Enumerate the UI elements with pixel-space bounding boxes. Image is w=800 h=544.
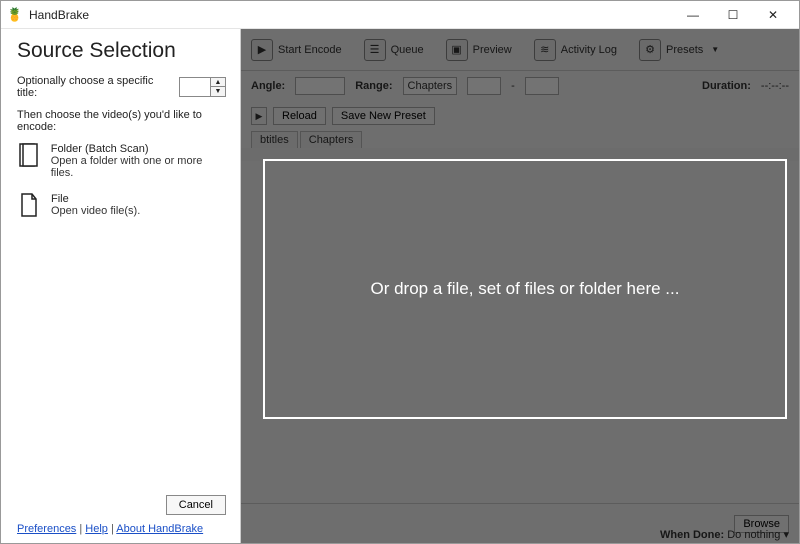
about-link[interactable]: About HandBrake bbox=[116, 523, 203, 535]
chevron-down-icon: ▼ bbox=[711, 45, 719, 54]
play-icon: ▶ bbox=[251, 39, 273, 61]
range-mode-select[interactable]: Chapters bbox=[403, 77, 458, 95]
file-option-title: File bbox=[51, 193, 140, 205]
angle-select[interactable] bbox=[295, 77, 345, 95]
duration-label: Duration: bbox=[702, 80, 751, 92]
activity-log-button[interactable]: ≋Activity Log bbox=[528, 37, 623, 63]
window-title: HandBrake bbox=[29, 8, 89, 22]
encode-instruction: Then choose the video(s) you'd like to e… bbox=[17, 109, 226, 133]
range-end-select[interactable] bbox=[525, 77, 559, 95]
tab-chapters[interactable]: Chapters bbox=[300, 131, 363, 148]
spinner-down-icon[interactable]: ▼ bbox=[211, 87, 225, 96]
preview-icon: ▣ bbox=[446, 39, 468, 61]
tab-subtitles[interactable]: btitles bbox=[251, 131, 298, 148]
angle-label: Angle: bbox=[251, 80, 285, 92]
reload-button[interactable]: Reload bbox=[273, 107, 326, 125]
preview-button[interactable]: ▣Preview bbox=[440, 37, 518, 63]
play-small-icon[interactable]: ▶ bbox=[251, 107, 267, 125]
specific-title-spinner[interactable]: ▲ ▼ bbox=[179, 77, 226, 97]
footer-links: Preferences | Help | About HandBrake bbox=[17, 523, 226, 535]
folder-source-option[interactable]: Folder (Batch Scan) Open a folder with o… bbox=[17, 143, 226, 179]
app-icon: 🍍 bbox=[7, 7, 23, 23]
drop-zone[interactable]: Or drop a file, set of files or folder h… bbox=[263, 159, 787, 419]
specific-title-input[interactable] bbox=[180, 78, 210, 96]
file-icon bbox=[17, 193, 41, 221]
queue-icon: ☰ bbox=[364, 39, 386, 61]
folder-option-subtitle: Open a folder with one or more files. bbox=[51, 155, 226, 179]
spinner-up-icon[interactable]: ▲ bbox=[211, 78, 225, 87]
specific-title-label: Optionally choose a specific title: bbox=[17, 75, 171, 99]
when-done-select[interactable]: Do nothing ▾ bbox=[727, 529, 789, 541]
minimize-button[interactable]: — bbox=[673, 1, 713, 29]
log-icon: ≋ bbox=[534, 39, 556, 61]
start-encode-button[interactable]: ▶Start Encode bbox=[245, 37, 348, 63]
when-done-label: When Done: bbox=[660, 529, 724, 541]
cancel-button[interactable]: Cancel bbox=[166, 495, 226, 515]
file-option-subtitle: Open video file(s). bbox=[51, 205, 140, 217]
file-source-option[interactable]: File Open video file(s). bbox=[17, 193, 226, 221]
drop-zone-text: Or drop a file, set of files or folder h… bbox=[371, 279, 680, 299]
range-dash: - bbox=[511, 80, 515, 92]
preferences-link[interactable]: Preferences bbox=[17, 523, 76, 535]
folder-option-title: Folder (Batch Scan) bbox=[51, 143, 226, 155]
source-selection-heading: Source Selection bbox=[17, 39, 226, 63]
queue-button[interactable]: ☰Queue bbox=[358, 37, 430, 63]
range-start-select[interactable] bbox=[467, 77, 501, 95]
duration-value: --:--:-- bbox=[761, 80, 789, 92]
source-selection-panel: Source Selection Optionally choose a spe… bbox=[1, 29, 241, 543]
range-label: Range: bbox=[355, 80, 392, 92]
save-new-preset-button[interactable]: Save New Preset bbox=[332, 107, 435, 125]
maximize-button[interactable]: ☐ bbox=[713, 1, 753, 29]
help-link[interactable]: Help bbox=[85, 523, 108, 535]
presets-button[interactable]: ⚙Presets▼ bbox=[633, 37, 725, 63]
presets-icon: ⚙ bbox=[639, 39, 661, 61]
close-button[interactable]: ✕ bbox=[753, 1, 793, 29]
folder-icon bbox=[17, 143, 41, 171]
window-titlebar: 🍍 HandBrake — ☐ ✕ bbox=[1, 1, 799, 29]
